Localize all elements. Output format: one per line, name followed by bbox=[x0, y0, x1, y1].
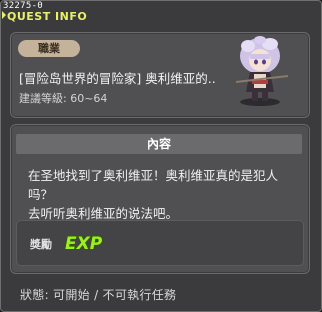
title-arrow-icon bbox=[2, 11, 6, 19]
exp-icon: EXP bbox=[64, 233, 103, 254]
window-title: QUEST INFO bbox=[7, 10, 88, 23]
quest-name: [冒险岛世界的冒险家] 奥利维亚的.. bbox=[19, 71, 216, 86]
content-header: 內容 bbox=[16, 134, 302, 154]
description-line-1: 在圣地找到了奥利维亚！奥利维亚真的是犯人吗？ bbox=[28, 168, 279, 202]
quest-description: 在圣地找到了奥利维亚！奥利维亚真的是犯人吗？ 去听听奥利维亚的说法吧。 bbox=[28, 166, 298, 223]
exp-icon-text: EXP bbox=[65, 234, 103, 254]
quest-status: 狀態: 可開始 / 不可執行任務 bbox=[20, 288, 177, 302]
recommended-level: 建議等級: 60~64 bbox=[19, 92, 108, 105]
job-badge: 職業 bbox=[18, 40, 80, 57]
reward-box bbox=[16, 220, 304, 266]
reward-label: 獎勵 bbox=[30, 238, 52, 251]
npc-portrait-icon bbox=[235, 36, 289, 106]
